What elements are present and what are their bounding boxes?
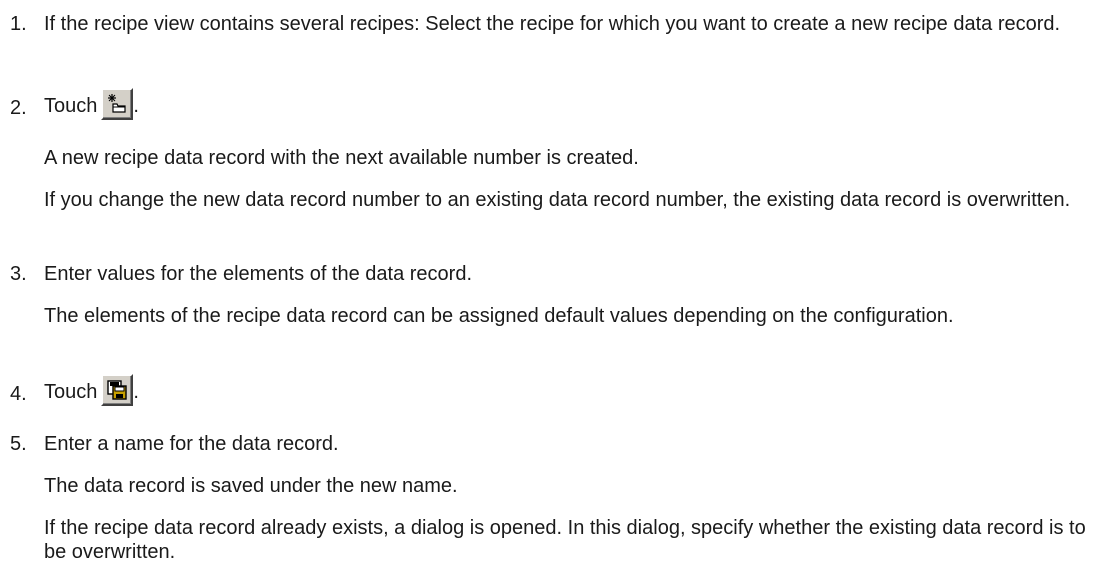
step-number: 2. (10, 97, 27, 119)
save-record-icon (107, 380, 128, 400)
step-number: 1. (10, 13, 27, 35)
save-record-button[interactable] (101, 374, 134, 406)
step-trail: . (133, 95, 139, 117)
step-text: Touch (44, 381, 98, 403)
step-5-paragraph-2: If the recipe data record already exists… (44, 517, 1086, 563)
step-3-paragraph-1: The elements of the recipe data record c… (44, 305, 954, 327)
step-text: Enter a name for the data record. (44, 433, 339, 455)
step-number: 3. (10, 263, 27, 285)
step-number: 5. (10, 433, 27, 455)
step-text: Touch (44, 95, 98, 117)
step-2-paragraph-1: A new recipe data record with the next a… (44, 147, 639, 169)
step-4: 4. Touch . (0, 374, 1106, 408)
step-text: If the recipe view contains several reci… (44, 13, 1061, 35)
step-trail: . (133, 381, 139, 403)
step-number: 4. (10, 383, 27, 405)
step-2-paragraph-2: If you change the new data record number… (44, 189, 1071, 211)
step-text: Enter values for the elements of the dat… (44, 263, 473, 285)
new-record-icon (108, 94, 126, 113)
new-record-button[interactable] (101, 88, 134, 120)
step-1: 1. If the recipe view contains several r… (0, 12, 1106, 36)
step-3: 3. Enter values for the elements of the … (0, 262, 1106, 286)
step-5: 5. Enter a name for the data record. (0, 432, 1106, 456)
step-2: 2. Touch . (0, 88, 1106, 122)
step-5-paragraph-1: The data record is saved under the new n… (44, 475, 458, 497)
